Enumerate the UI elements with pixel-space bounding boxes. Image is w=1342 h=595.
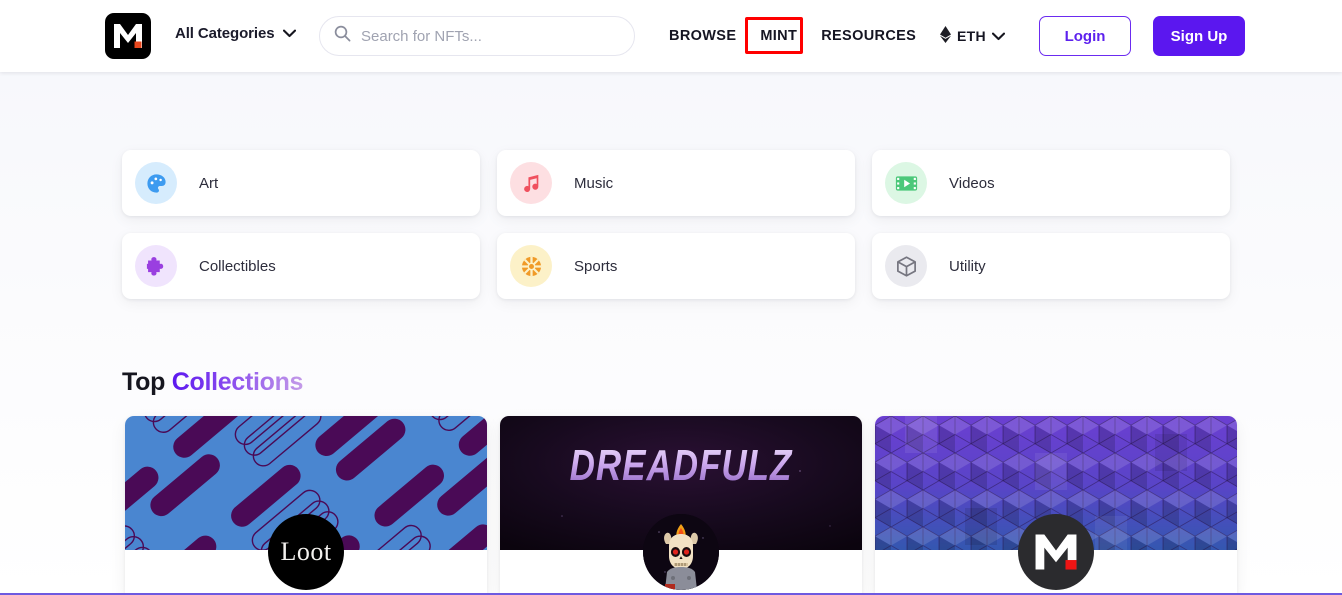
collection-avatar[interactable] bbox=[643, 514, 719, 590]
currency-label: ETH bbox=[957, 28, 986, 44]
category-label: Art bbox=[199, 174, 219, 192]
category-card-collectibles[interactable]: Collectibles bbox=[122, 233, 480, 299]
category-card-art[interactable]: Art bbox=[122, 150, 480, 216]
cube-box-icon bbox=[885, 245, 927, 287]
category-label: Collectibles bbox=[199, 257, 276, 275]
main-nav: BROWSE MINT RESOURCES bbox=[657, 0, 928, 72]
chevron-down-icon bbox=[283, 25, 297, 42]
avatar-label: Loot bbox=[280, 537, 332, 566]
chevron-down-icon bbox=[991, 28, 1005, 44]
page-title: Top Collections bbox=[122, 368, 303, 397]
skull-avatar-icon bbox=[643, 514, 719, 590]
currency-selector[interactable]: ETH bbox=[940, 26, 1005, 46]
nav-item-resources[interactable]: RESOURCES bbox=[809, 0, 928, 72]
category-card-music[interactable]: Music bbox=[497, 150, 855, 216]
collection-card-dreadfulz[interactable]: DREADFULZ bbox=[500, 416, 862, 595]
login-button[interactable]: Login bbox=[1039, 16, 1131, 56]
category-card-utility[interactable]: Utility bbox=[872, 233, 1230, 299]
collection-banner-title: DREADFULZ bbox=[500, 441, 862, 491]
music-note-icon bbox=[510, 162, 552, 204]
collection-avatar[interactable]: Loot bbox=[268, 514, 344, 590]
all-categories-label: All Categories bbox=[175, 25, 275, 42]
nav-item-browse[interactable]: BROWSE bbox=[657, 0, 748, 72]
palette-icon bbox=[135, 162, 177, 204]
category-grid: Art Music Videos Collectibles Sports Uti… bbox=[122, 150, 1230, 299]
category-card-sports[interactable]: Sports bbox=[497, 233, 855, 299]
collections-grid: Loot DREADFULZ bbox=[125, 416, 1237, 595]
search-bar[interactable] bbox=[319, 16, 635, 56]
search-input[interactable] bbox=[361, 27, 620, 45]
search-icon bbox=[334, 25, 351, 47]
collection-card-loot[interactable]: Loot bbox=[125, 416, 487, 595]
all-categories-dropdown[interactable]: All Categories bbox=[175, 25, 297, 42]
collection-card-metaverse[interactable] bbox=[875, 416, 1237, 595]
collection-avatar[interactable] bbox=[1018, 514, 1094, 590]
category-label: Utility bbox=[949, 257, 986, 275]
page-title-part2: Collections bbox=[171, 368, 304, 396]
category-label: Sports bbox=[574, 257, 618, 275]
video-film-icon bbox=[885, 162, 927, 204]
signup-button[interactable]: Sign Up bbox=[1153, 16, 1245, 56]
page-title-part1: Top bbox=[122, 368, 172, 396]
nav-item-mint[interactable]: MINT bbox=[748, 0, 809, 72]
m-logo-icon bbox=[1035, 534, 1077, 570]
category-card-videos[interactable]: Videos bbox=[872, 150, 1230, 216]
m-logo-icon[interactable] bbox=[105, 13, 151, 59]
category-label: Music bbox=[574, 174, 614, 192]
site-header: All Categories BROWSE MINT RESOURCES ETH… bbox=[0, 0, 1342, 72]
puzzle-icon bbox=[135, 245, 177, 287]
ethereum-icon bbox=[940, 26, 951, 46]
category-label: Videos bbox=[949, 174, 995, 192]
basketball-icon bbox=[510, 245, 552, 287]
